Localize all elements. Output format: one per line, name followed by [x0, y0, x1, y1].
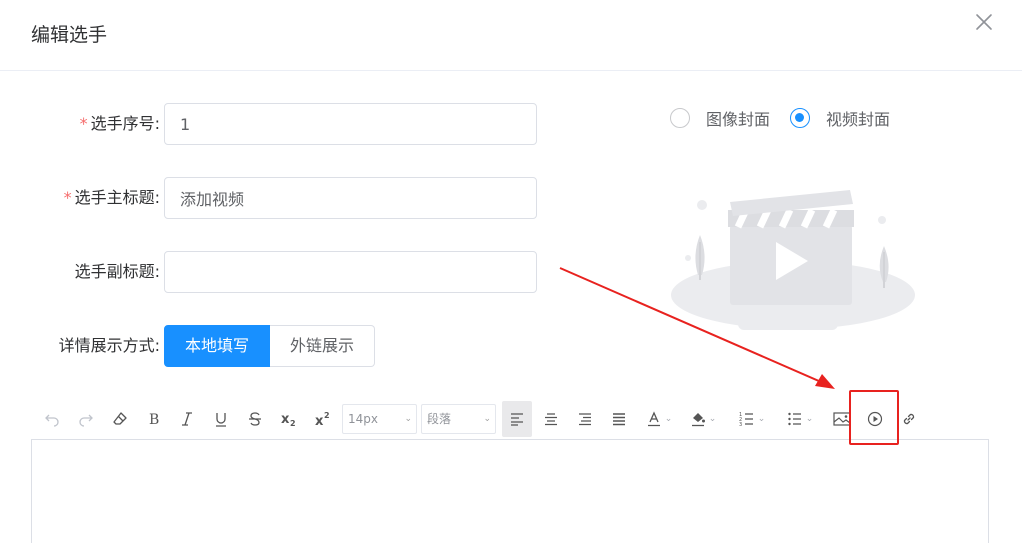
chevron-down-icon: ⌄	[805, 414, 814, 424]
align-justify-icon[interactable]	[607, 401, 631, 437]
number-input[interactable]	[164, 103, 537, 145]
local-fill-button[interactable]: 本地填写	[164, 325, 271, 367]
form-item-main-title: * 选手主标题:	[0, 177, 160, 219]
required-mark: *	[79, 114, 88, 133]
clapperboard-illustration-icon	[671, 190, 915, 330]
align-left-icon[interactable]	[502, 401, 532, 437]
chevron-down-icon: ⌄	[483, 414, 491, 424]
font-color-icon[interactable]: ⌄	[641, 401, 677, 437]
cover-type-radio-group: 图像封面 视频封面	[670, 104, 910, 132]
svg-text:2: 2	[324, 411, 330, 420]
rich-text-toolbar: B x2 x2 14px ⌄ 段落 ⌄ ⌄ ⌄ 1 2 3 ⌄ ⌄	[32, 401, 988, 437]
chevron-down-icon: ⌄	[404, 414, 412, 424]
form-item-number: * 选手序号:	[0, 103, 160, 145]
chevron-down-icon: ⌄	[664, 414, 673, 424]
underline-icon[interactable]	[209, 401, 233, 437]
edit-player-dialog: 编辑选手 *选手序号: *选手主标题: 选手副标题: 详情展示方式: 本地填写 …	[0, 0, 1022, 543]
undo-icon[interactable]	[40, 401, 64, 437]
svg-text:x: x	[315, 414, 324, 427]
image-cover-radio[interactable]: 图像封面	[670, 106, 770, 130]
align-right-icon[interactable]	[573, 401, 597, 437]
bold-icon[interactable]: B	[142, 401, 166, 437]
link-icon[interactable]	[896, 401, 922, 437]
bg-color-icon[interactable]: ⌄	[685, 401, 721, 437]
rich-text-editor-area[interactable]	[31, 439, 989, 543]
form-item-subtitle: 选手副标题:	[0, 251, 160, 293]
form-item-detail-mode: 详情展示方式:	[0, 325, 160, 367]
superscript-icon[interactable]: x2	[311, 401, 335, 437]
unordered-list-icon[interactable]: ⌄	[780, 401, 820, 437]
chevron-down-icon: ⌄	[757, 414, 766, 424]
close-icon[interactable]	[974, 12, 994, 32]
required-mark: *	[63, 188, 72, 207]
strikethrough-icon[interactable]	[243, 401, 267, 437]
detail-mode-label: 详情展示方式:	[58, 336, 160, 355]
video-upload-placeholder[interactable]	[668, 180, 918, 335]
italic-icon[interactable]	[175, 401, 199, 437]
subtitle-input[interactable]	[164, 251, 537, 293]
detail-mode-switch: 本地填写 外链展示	[164, 325, 376, 367]
video-icon[interactable]	[862, 401, 888, 437]
main-title-label: * 选手主标题:	[63, 188, 160, 207]
ordered-list-icon[interactable]: 123 ⌄	[732, 401, 772, 437]
paragraph-select[interactable]: 段落 ⌄	[421, 404, 496, 434]
dialog-title: 编辑选手	[31, 24, 108, 46]
svg-text:2: 2	[290, 419, 296, 427]
video-cover-radio[interactable]: 视频封面	[790, 106, 890, 130]
eraser-icon[interactable]	[108, 401, 132, 437]
main-title-input[interactable]	[164, 177, 537, 219]
svg-text:B: B	[149, 412, 159, 427]
subscript-icon[interactable]: x2	[277, 401, 301, 437]
svg-text:3: 3	[739, 422, 742, 427]
image-icon[interactable]	[829, 401, 855, 437]
svg-text:x: x	[281, 412, 290, 427]
subtitle-label: 选手副标题:	[74, 262, 160, 281]
dialog-header: 编辑选手	[0, 0, 1022, 71]
chevron-down-icon: ⌄	[708, 414, 717, 424]
radio-circle	[670, 108, 690, 128]
font-size-select[interactable]: 14px ⌄	[342, 404, 417, 434]
radio-circle-checked	[790, 108, 811, 128]
redo-icon[interactable]	[74, 401, 98, 437]
number-label: * 选手序号:	[79, 114, 160, 133]
align-center-icon[interactable]	[539, 401, 563, 437]
external-link-button[interactable]: 外链展示	[270, 325, 376, 367]
